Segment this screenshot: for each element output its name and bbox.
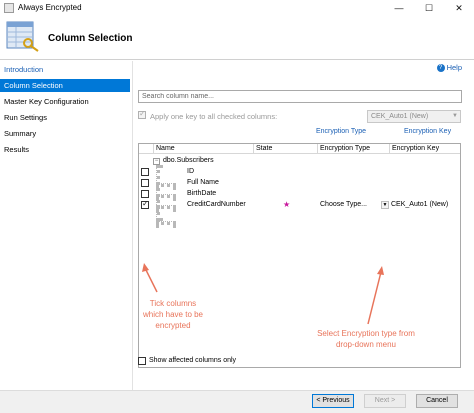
sidebar-item-results: Results xyxy=(4,145,30,154)
apply-key-label: Apply one key to all checked columns: xyxy=(150,112,278,121)
apply-key-row: Apply one key to all checked columns: CE… xyxy=(138,109,462,123)
help-label: Help xyxy=(446,63,462,72)
sidebar-item-column-selection[interactable]: Column Selection xyxy=(0,79,130,92)
chevron-down-icon: ▼ xyxy=(452,113,458,119)
minimize-button[interactable]: — xyxy=(384,0,414,16)
tick-arrow xyxy=(144,267,158,293)
select-annotation: Select Encryption type from drop-down me… xyxy=(317,329,415,349)
sidebar-item-run-settings: Run Settings xyxy=(4,113,47,122)
sidebar-item-summary: Summary xyxy=(4,129,37,138)
select-arrowhead xyxy=(377,266,384,275)
sidebar-item-introduction[interactable]: Introduction xyxy=(0,63,130,76)
apply-key-selected: CEK_Auto1 (New) xyxy=(371,113,429,120)
wizard-sidebar: Introduction Column Selection Master Key… xyxy=(0,61,133,390)
wizard-header: Column Selection xyxy=(0,16,474,60)
title-bar: Always Encrypted — ☐ ✕ xyxy=(0,0,474,16)
show-affected-label: Show affected columns only xyxy=(149,357,237,364)
tick-annotation: Tick columns which have to be encrypted xyxy=(142,299,204,330)
help-icon: ? xyxy=(436,64,445,73)
next-button[interactable]: Next > xyxy=(364,394,406,408)
tick-arrowhead xyxy=(142,263,149,272)
select-arrow xyxy=(367,271,382,325)
app-icon xyxy=(4,3,14,13)
main-panel: ?Help Apply one key to all checked colum… xyxy=(136,61,474,390)
sidebar-item-master-key-configuration: Master Key Configuration xyxy=(4,97,89,106)
columns-grid: Name State Encryption Type Encryption Ke… xyxy=(138,143,461,368)
apply-key-dropdown[interactable]: CEK_Auto1 (New) ▼ xyxy=(367,110,461,123)
show-affected-checkbox[interactable] xyxy=(138,357,146,365)
close-button[interactable]: ✕ xyxy=(444,0,474,16)
wizard-footer: < Previous Next > Cancel xyxy=(0,390,474,413)
help-link[interactable]: ? Help xyxy=(436,63,462,73)
previous-button[interactable]: < Previous xyxy=(312,394,354,408)
cancel-button[interactable]: Cancel xyxy=(416,394,458,408)
encryption-key-link[interactable]: Encryption Key xyxy=(404,128,451,135)
maximize-button[interactable]: ☐ xyxy=(414,0,444,16)
encryption-type-link[interactable]: Encryption Type xyxy=(316,128,366,135)
search-input[interactable] xyxy=(138,90,462,103)
wizard-key-icon xyxy=(6,21,39,52)
window-title: Always Encrypted xyxy=(18,3,82,12)
page-title: Column Selection xyxy=(48,33,133,44)
apply-key-checkbox[interactable] xyxy=(138,109,146,120)
